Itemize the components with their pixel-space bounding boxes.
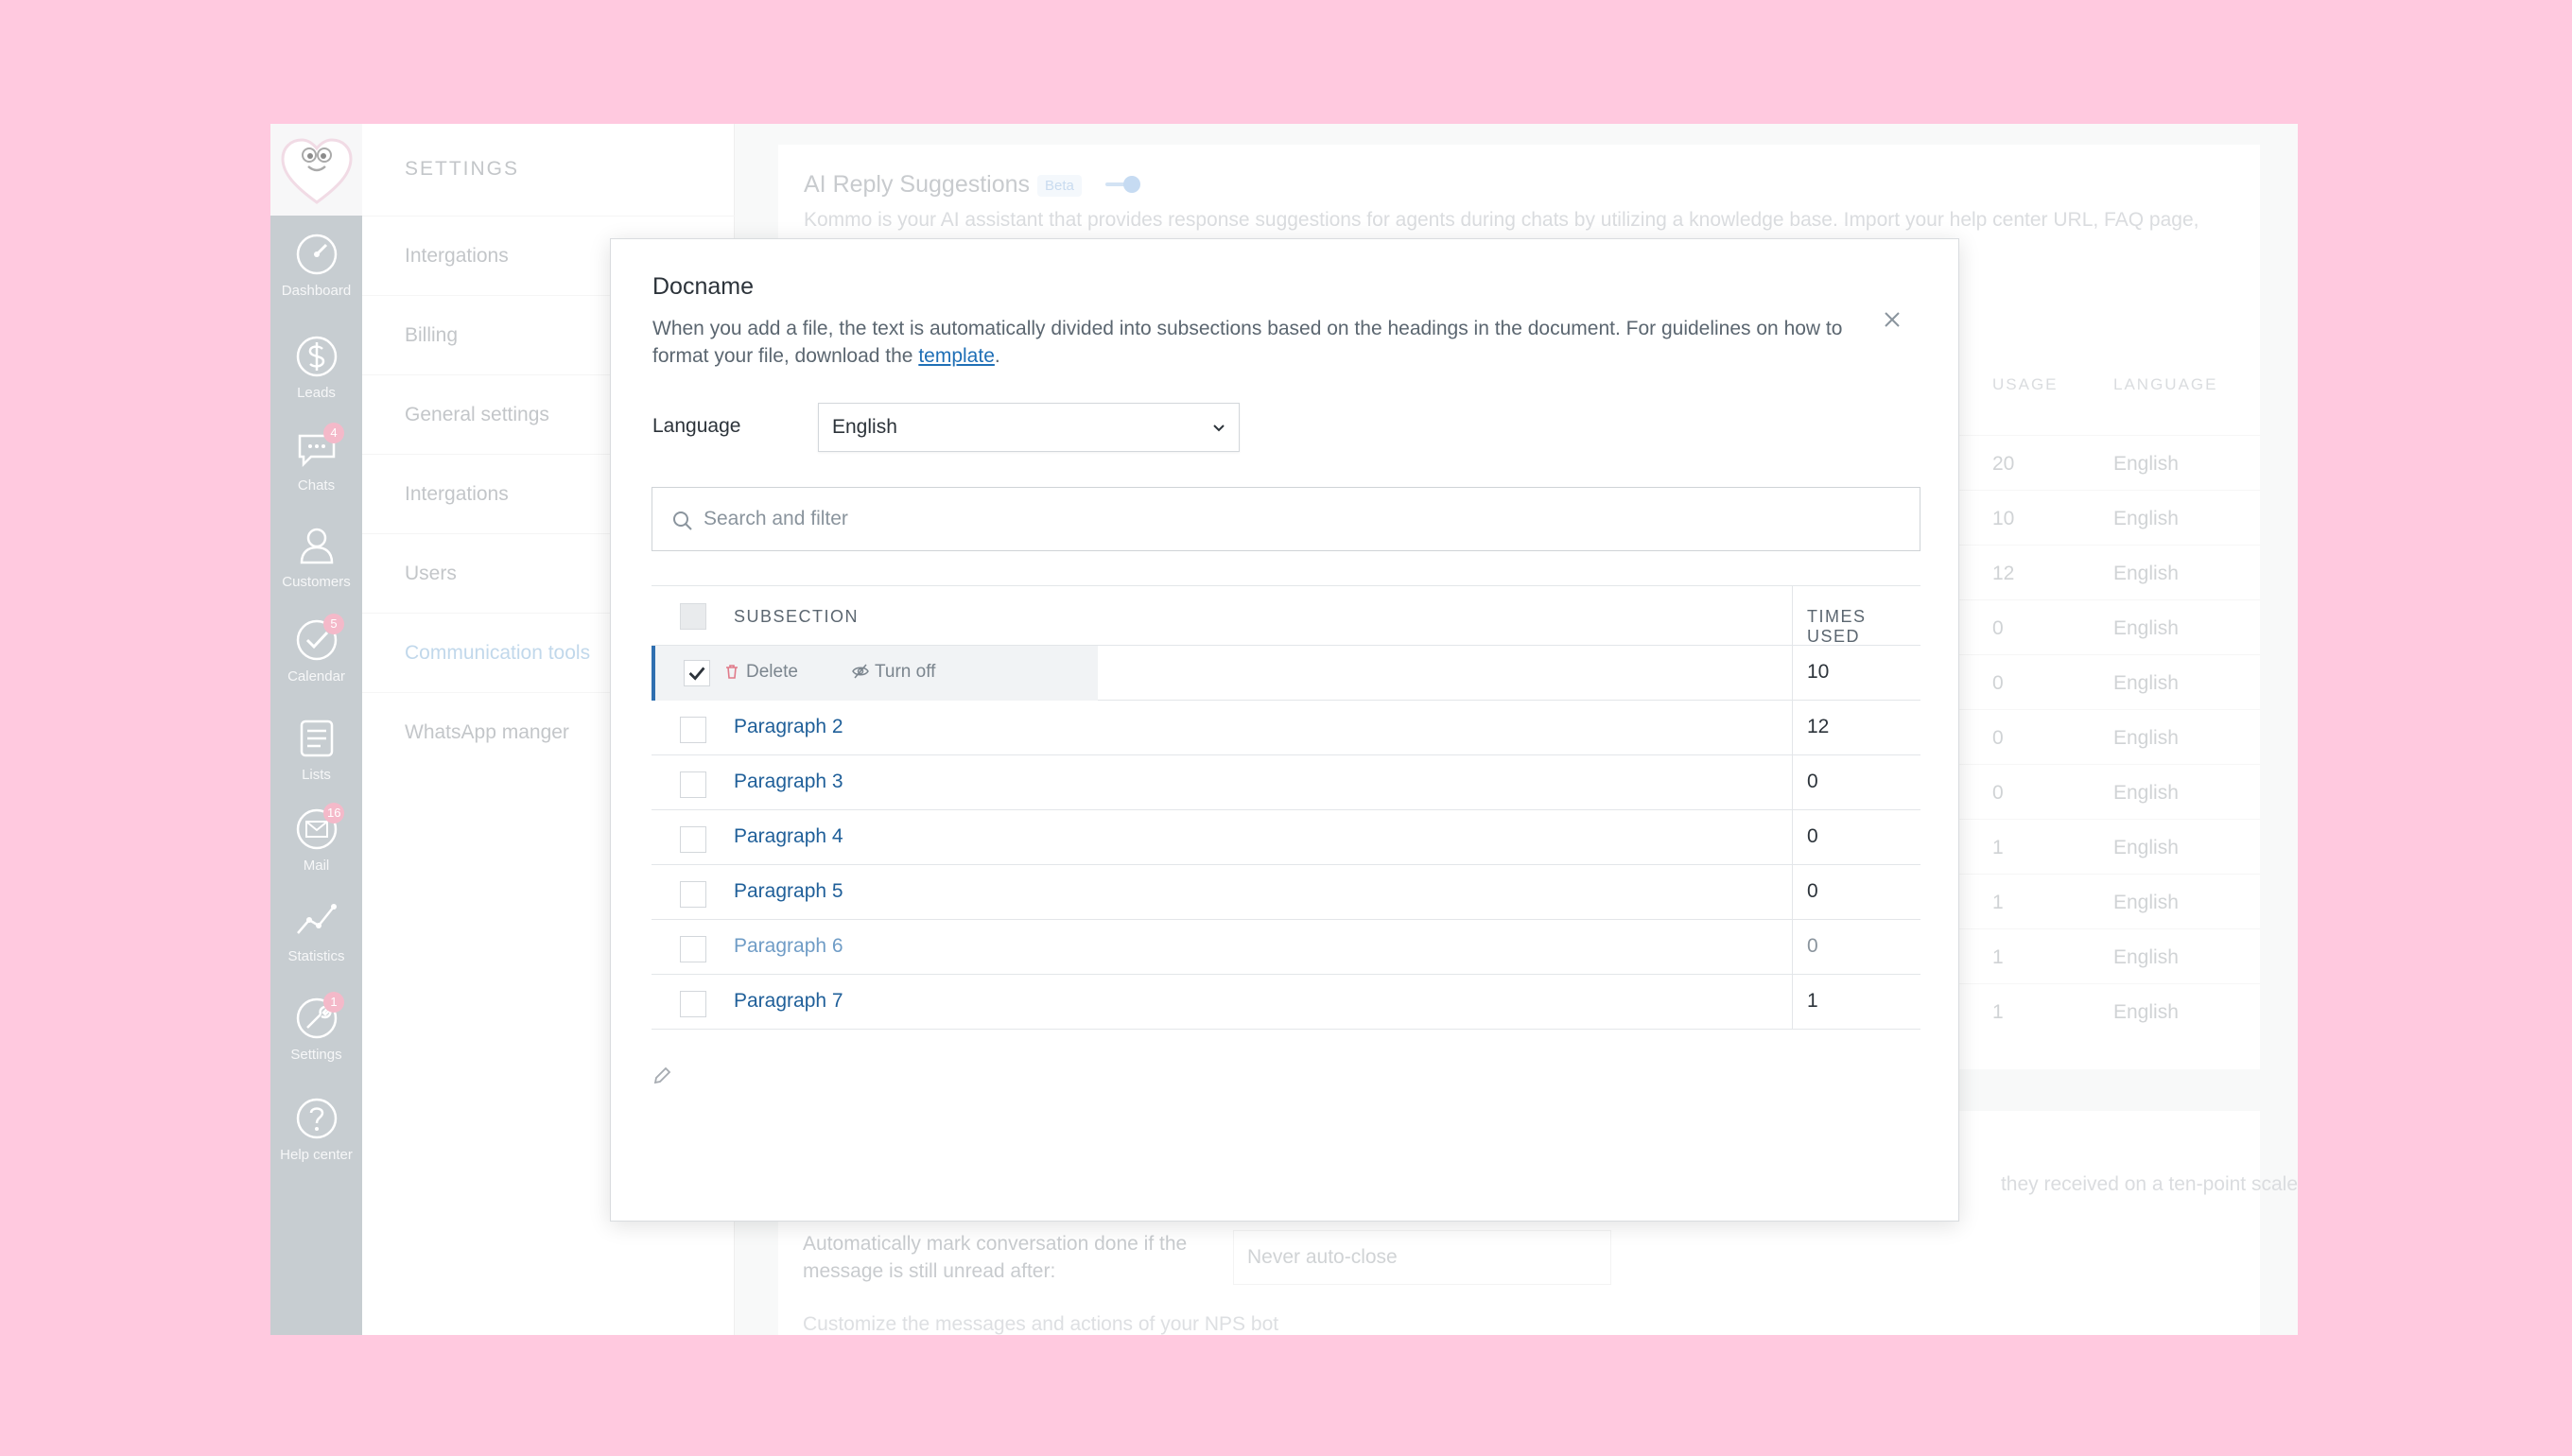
column-divider [1792,920,1793,974]
times-used-value: 0 [1807,825,1818,847]
chevron-down-icon [1213,425,1225,432]
search-box [652,487,1920,551]
row-checkbox[interactable] [680,826,706,853]
language-label: Language [652,415,741,437]
subsection-column-header: SUBSECTION [734,607,860,626]
select-all-checkbox[interactable] [680,603,706,630]
template-link[interactable]: template [918,345,995,367]
table-row[interactable]: Paragraph 3 0 [652,755,1920,810]
row-checkbox[interactable] [680,936,706,962]
times-used-value: 0 [1807,880,1818,902]
trash-icon [726,665,738,679]
delete-button[interactable]: Delete [723,662,798,683]
search-input[interactable] [704,488,1904,550]
row-checkbox-checked[interactable] [684,660,710,686]
column-divider [1792,865,1793,919]
modal-description-text: When you add a file, the text is automat… [652,318,1843,367]
delete-label: Delete [746,662,798,682]
times-used-value: 0 [1807,935,1818,957]
column-divider [1792,646,1793,700]
subsection-link[interactable]: Paragraph 2 [734,716,843,738]
subsection-link[interactable]: Paragraph 4 [734,825,843,848]
column-divider [1792,810,1793,864]
row-checkbox[interactable] [680,717,706,743]
subsection-link[interactable]: Paragraph 7 [734,990,843,1013]
modal-description: When you add a file, the text is automat… [652,315,1863,370]
row-checkbox[interactable] [680,881,706,908]
modal-title: Docname [652,273,754,300]
table-row-selected: Delete Turn off 10 [652,646,1920,701]
subsection-link[interactable]: Paragraph 6 [734,935,843,958]
table-row[interactable]: Paragraph 2 12 [652,701,1920,755]
row-checkbox[interactable] [680,991,706,1017]
language-select[interactable]: English [818,403,1240,452]
table-row[interactable]: Paragraph 5 0 [652,865,1920,920]
subsection-link[interactable]: Paragraph 3 [734,771,843,793]
column-divider [1792,755,1793,809]
language-select-value: English [832,416,897,438]
table-row-disabled[interactable]: Paragraph 6 0 [652,920,1920,975]
table-row[interactable]: Paragraph 7 1 [652,975,1920,1030]
table-header-row: SUBSECTION TIMES USED [652,585,1920,646]
eye-off-icon [852,664,869,679]
search-icon [673,511,692,530]
turn-off-label: Turn off [875,662,936,682]
times-used-value: 10 [1807,661,1830,683]
row-checkbox[interactable] [680,771,706,798]
modal-description-suffix: . [994,345,1000,367]
column-divider [1792,586,1793,645]
times-used-value: 0 [1807,771,1818,792]
column-divider [1792,975,1793,1029]
close-icon[interactable] [1878,305,1906,334]
table-row[interactable]: Paragraph 4 0 [652,810,1920,865]
times-used-value: 12 [1807,716,1830,737]
pencil-icon[interactable] [652,1066,672,1086]
times-used-column-header: TIMES USED [1807,607,1867,646]
subsection-link[interactable]: Paragraph 5 [734,880,843,903]
turn-off-button[interactable]: Turn off [852,662,935,683]
docname-modal: Docname When you add a file, the text is… [610,238,1959,1222]
bulk-actions-bar: Delete Turn off [652,646,1098,701]
times-used-value: 1 [1807,990,1818,1012]
column-divider [1792,701,1793,754]
